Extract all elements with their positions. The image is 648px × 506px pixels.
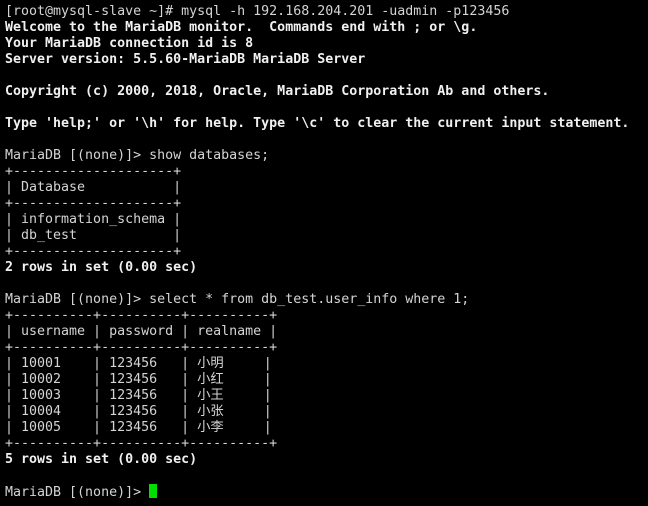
terminal-line: Copyright (c) 2000, 2018, Oracle, MariaD… — [5, 84, 648, 100]
terminal-line-text: Server version: 5.5.60-MariaDB MariaDB S… — [5, 52, 366, 67]
terminal-line: +----------+----------+----------+ — [5, 436, 648, 452]
terminal-line: | 10005 | 123456 | 小李 | — [5, 420, 648, 436]
terminal-line: | 10002 | 123456 | 小红 | — [5, 372, 648, 388]
terminal-line-text: | information_schema | — [5, 212, 182, 227]
terminal-line-text: | db_test | — [5, 228, 182, 243]
terminal-line: 5 rows in set (0.00 sec) — [5, 452, 648, 468]
terminal-line-text: [root@mysql-slave ~]# mysql -h 192.168.2… — [5, 4, 510, 19]
terminal-line-text: | 10003 | 123456 | 小王 | — [5, 388, 272, 403]
terminal-line-text: +--------------------+ — [5, 196, 182, 211]
terminal-line-text: +----------+----------+----------+ — [5, 308, 278, 323]
terminal-line-text: Type 'help;' or '\h' for help. Type '\c'… — [5, 116, 630, 131]
terminal-line: Your MariaDB connection id is 8 — [5, 36, 648, 52]
terminal-line-text: +----------+----------+----------+ — [5, 340, 278, 355]
terminal-line: +--------------------+ — [5, 196, 648, 212]
terminal-line-text: | 10004 | 123456 | 小张 | — [5, 404, 272, 419]
terminal-line-text: +--------------------+ — [5, 164, 182, 179]
terminal-line: | 10003 | 123456 | 小王 | — [5, 388, 648, 404]
terminal-line: Welcome to the MariaDB monitor. Commands… — [5, 20, 648, 36]
terminal-line: [root@mysql-slave ~]# mysql -h 192.168.2… — [5, 4, 648, 20]
terminal-line-text: | Database | — [5, 180, 182, 195]
terminal-line: MariaDB [(none)]> — [5, 484, 648, 500]
terminal-line-text: MariaDB [(none)]> show databases; — [5, 148, 270, 163]
terminal-line-text: MariaDB [(none)]> select * from db_test.… — [5, 292, 470, 307]
terminal-line: | db_test | — [5, 228, 648, 244]
terminal-line-text: | username | password | realname | — [5, 324, 278, 339]
terminal-line: +--------------------+ — [5, 244, 648, 260]
terminal-line-text: Copyright (c) 2000, 2018, Oracle, MariaD… — [5, 84, 550, 99]
terminal-line: | 10001 | 123456 | 小明 | — [5, 356, 648, 372]
terminal-line: Server version: 5.5.60-MariaDB MariaDB S… — [5, 52, 648, 68]
terminal-line-text: | 10005 | 123456 | 小李 | — [5, 420, 272, 435]
terminal-line-text: +--------------------+ — [5, 244, 182, 259]
terminal-line: MariaDB [(none)]> show databases; — [5, 148, 648, 164]
terminal-line: +--------------------+ — [5, 164, 648, 180]
terminal-line: +----------+----------+----------+ — [5, 340, 648, 356]
terminal-line: | username | password | realname | — [5, 324, 648, 340]
terminal-line: | information_schema | — [5, 212, 648, 228]
terminal-line-text: | 10002 | 123456 | 小红 | — [5, 372, 272, 387]
terminal-line: +----------+----------+----------+ — [5, 308, 648, 324]
terminal-window[interactable]: [root@mysql-slave ~]# mysql -h 192.168.2… — [0, 0, 648, 506]
terminal-line: Type 'help;' or '\h' for help. Type '\c'… — [5, 116, 648, 132]
terminal-line-text: Welcome to the MariaDB monitor. Commands… — [5, 20, 478, 35]
terminal-line-text: +----------+----------+----------+ — [5, 436, 278, 451]
terminal-line-text: 5 rows in set (0.00 sec) — [5, 452, 198, 467]
cursor-block — [149, 484, 158, 498]
terminal-line: 2 rows in set (0.00 sec) — [5, 260, 648, 276]
terminal-line-text: MariaDB [(none)]> — [5, 485, 150, 500]
terminal-line: | 10004 | 123456 | 小张 | — [5, 404, 648, 420]
terminal-line-text: | 10001 | 123456 | 小明 | — [5, 356, 272, 371]
terminal-line-text: 2 rows in set (0.00 sec) — [5, 260, 198, 275]
terminal-line: MariaDB [(none)]> select * from db_test.… — [5, 292, 648, 308]
terminal-line: | Database | — [5, 180, 648, 196]
terminal-line-text: Your MariaDB connection id is 8 — [5, 36, 254, 51]
